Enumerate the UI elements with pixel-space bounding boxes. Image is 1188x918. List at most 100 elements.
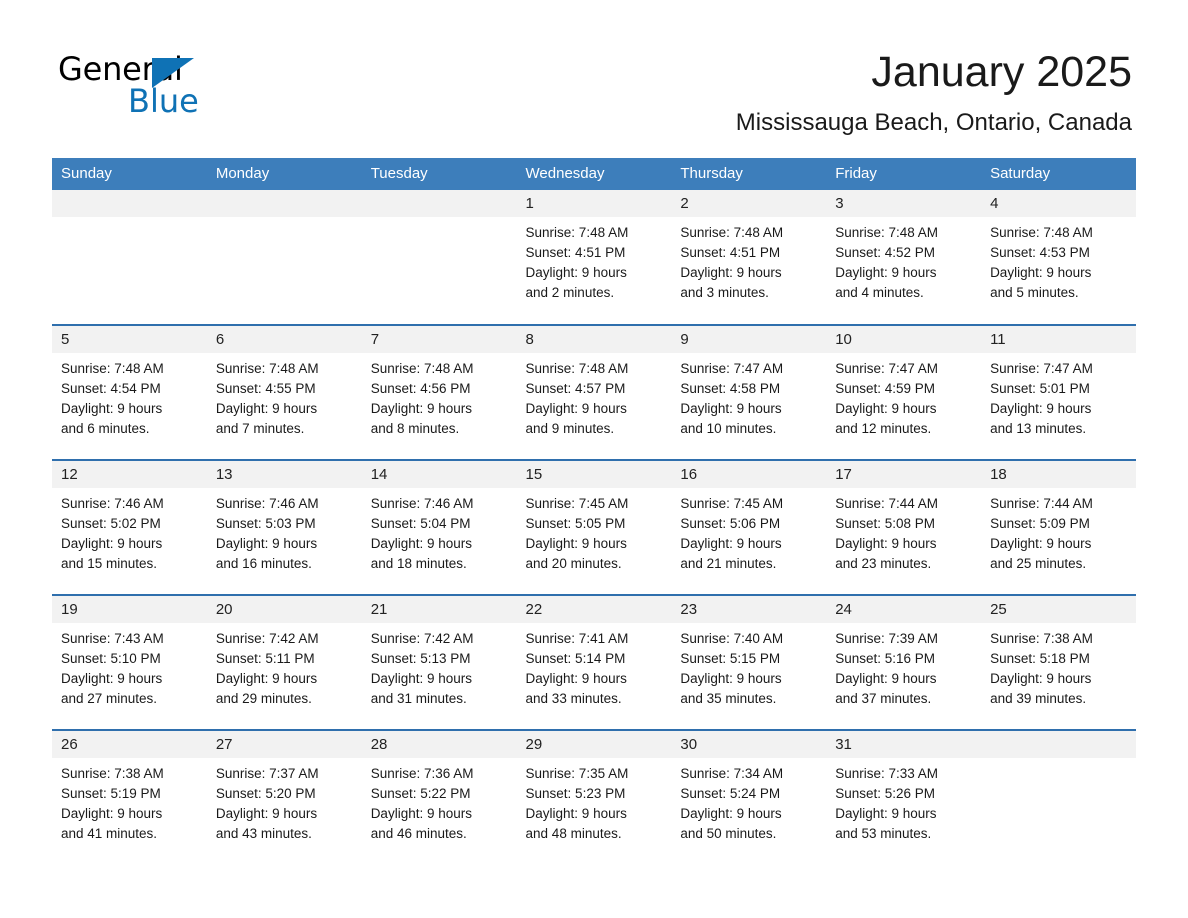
day-cell[interactable]: 1 Sunrise: 7:48 AM Sunset: 4:51 PM Dayli… [516,190,672,325]
daylight-text-line2: and 27 minutes. [61,691,158,706]
day-details: Sunrise: 7:35 AM Sunset: 5:23 PM Dayligh… [517,758,672,844]
day-number: 8 [516,326,672,353]
sunrise-text: Sunrise: 7:44 AM [835,496,939,511]
day-details: Sunrise: 7:48 AM Sunset: 4:51 PM Dayligh… [517,217,672,303]
sunset-text: Sunset: 5:10 PM [61,651,161,666]
day-number: 12 [52,461,207,488]
daylight-text-line1: Daylight: 9 hours [215,401,318,416]
day-number [361,190,517,217]
day-cell[interactable]: 11 Sunrise: 7:47 AM Sunset: 5:01 PM Dayl… [981,324,1136,460]
day-cell[interactable]: 22 Sunrise: 7:41 AM Sunset: 5:14 PM Dayl… [516,594,672,730]
sunset-text: Sunset: 4:59 PM [835,381,936,396]
day-cell[interactable]: 20 Sunrise: 7:42 AM Sunset: 5:11 PM Dayl… [206,594,362,730]
day-details: Sunrise: 7:48 AM Sunset: 4:55 PM Dayligh… [207,353,362,439]
weekday-header-friday: Friday [826,158,982,190]
day-cell[interactable]: 9 Sunrise: 7:47 AM Sunset: 4:58 PM Dayli… [671,324,827,460]
day-details: Sunrise: 7:36 AM Sunset: 5:22 PM Dayligh… [362,758,517,844]
day-cell[interactable]: 6 Sunrise: 7:48 AM Sunset: 4:55 PM Dayli… [206,324,362,460]
daylight-text-line2: and 3 minutes. [680,285,769,300]
day-number: 3 [826,190,982,217]
day-cell[interactable]: 25 Sunrise: 7:38 AM Sunset: 5:18 PM Dayl… [981,594,1136,730]
daylight-text-line1: Daylight: 9 hours [215,536,318,551]
sunset-text: Sunset: 5:13 PM [370,651,471,666]
day-cell[interactable]: 28 Sunrise: 7:36 AM Sunset: 5:22 PM Dayl… [361,729,517,865]
sunrise-text: Sunrise: 7:47 AM [680,361,784,376]
sunset-text: Sunset: 5:05 PM [525,516,626,531]
day-number: 31 [826,731,982,758]
day-number [981,731,1136,758]
daylight-text-line2: and 39 minutes. [990,691,1087,706]
day-cell[interactable]: 14 Sunrise: 7:46 AM Sunset: 5:04 PM Dayl… [361,459,517,595]
day-details: Sunrise: 7:46 AM Sunset: 5:04 PM Dayligh… [362,488,517,574]
day-cell[interactable]: 27 Sunrise: 7:37 AM Sunset: 5:20 PM Dayl… [206,729,362,865]
day-details: Sunrise: 7:48 AM Sunset: 4:52 PM Dayligh… [826,217,981,303]
daylight-text-line1: Daylight: 9 hours [835,536,937,551]
sunrise-text: Sunrise: 7:44 AM [990,496,1093,511]
sunset-text: Sunset: 5:26 PM [835,786,936,801]
day-cell[interactable]: 24 Sunrise: 7:39 AM Sunset: 5:16 PM Dayl… [826,594,982,730]
daylight-text-line1: Daylight: 9 hours [61,671,163,686]
day-details: Sunrise: 7:47 AM Sunset: 4:59 PM Dayligh… [826,353,981,439]
weekday-header-wednesday: Wednesday [516,158,672,190]
day-details: Sunrise: 7:46 AM Sunset: 5:03 PM Dayligh… [207,488,362,574]
day-cell[interactable]: 5 Sunrise: 7:48 AM Sunset: 4:54 PM Dayli… [52,324,207,460]
daylight-text-line1: Daylight: 9 hours [680,671,782,686]
sunset-text: Sunset: 4:55 PM [215,381,316,396]
day-cell[interactable]: 31 Sunrise: 7:33 AM Sunset: 5:26 PM Dayl… [826,729,982,865]
day-number: 11 [981,326,1136,353]
daylight-text-line1: Daylight: 9 hours [990,536,1092,551]
sunrise-text: Sunrise: 7:46 AM [215,496,319,511]
sunset-text: Sunset: 5:15 PM [680,651,781,666]
sunset-text: Sunset: 4:51 PM [680,245,781,260]
day-cell[interactable]: 2 Sunrise: 7:48 AM Sunset: 4:51 PM Dayli… [671,190,827,325]
logo-text-blue: Blue [128,82,199,120]
sunrise-text: Sunrise: 7:47 AM [990,361,1093,376]
day-cell[interactable]: 29 Sunrise: 7:35 AM Sunset: 5:23 PM Dayl… [516,729,672,865]
day-cell[interactable]: 26 Sunrise: 7:38 AM Sunset: 5:19 PM Dayl… [52,729,207,865]
day-cell[interactable]: 4 Sunrise: 7:48 AM Sunset: 4:53 PM Dayli… [981,190,1136,325]
day-details: Sunrise: 7:47 AM Sunset: 4:58 PM Dayligh… [671,353,826,439]
day-cell[interactable]: 18 Sunrise: 7:44 AM Sunset: 5:09 PM Dayl… [981,459,1136,595]
day-cell[interactable]: 30 Sunrise: 7:34 AM Sunset: 5:24 PM Dayl… [671,729,827,865]
sunset-text: Sunset: 5:16 PM [835,651,936,666]
general-blue-logo[interactable]: General Blue [58,52,278,130]
day-cell[interactable]: 23 Sunrise: 7:40 AM Sunset: 5:15 PM Dayl… [671,594,827,730]
daylight-text-line1: Daylight: 9 hours [525,671,627,686]
day-cell[interactable]: 10 Sunrise: 7:47 AM Sunset: 4:59 PM Dayl… [826,324,982,460]
daylight-text-line2: and 21 minutes. [680,556,777,571]
day-details: Sunrise: 7:42 AM Sunset: 5:11 PM Dayligh… [207,623,362,709]
daylight-text-line1: Daylight: 9 hours [370,401,472,416]
day-cell[interactable]: 21 Sunrise: 7:42 AM Sunset: 5:13 PM Dayl… [361,594,517,730]
day-cell[interactable]: 12 Sunrise: 7:46 AM Sunset: 5:02 PM Dayl… [52,459,207,595]
calendar-page: General Blue January 2025 Mississauga Be… [0,0,1188,918]
calendar-week-row: 5 Sunrise: 7:48 AM Sunset: 4:54 PM Dayli… [52,324,1136,460]
day-number: 16 [671,461,827,488]
sunrise-text: Sunrise: 7:48 AM [215,361,319,376]
day-cell[interactable]: 7 Sunrise: 7:48 AM Sunset: 4:56 PM Dayli… [361,324,517,460]
daylight-text-line2: and 6 minutes. [61,421,150,436]
day-cell[interactable]: 3 Sunrise: 7:48 AM Sunset: 4:52 PM Dayli… [826,190,982,325]
daylight-text-line1: Daylight: 9 hours [680,401,782,416]
weekday-header-sunday: Sunday [52,158,207,190]
day-details: Sunrise: 7:40 AM Sunset: 5:15 PM Dayligh… [671,623,826,709]
day-cell[interactable]: 13 Sunrise: 7:46 AM Sunset: 5:03 PM Dayl… [206,459,362,595]
day-cell[interactable]: 17 Sunrise: 7:44 AM Sunset: 5:08 PM Dayl… [826,459,982,595]
daylight-text-line1: Daylight: 9 hours [370,671,472,686]
daylight-text-line2: and 33 minutes. [525,691,622,706]
day-number: 18 [981,461,1136,488]
sunrise-text: Sunrise: 7:33 AM [835,766,939,781]
day-cell[interactable]: 15 Sunrise: 7:45 AM Sunset: 5:05 PM Dayl… [516,459,672,595]
day-number: 4 [981,190,1136,217]
daylight-text-line2: and 46 minutes. [370,826,467,841]
day-details: Sunrise: 7:48 AM Sunset: 4:56 PM Dayligh… [362,353,517,439]
day-details: Sunrise: 7:47 AM Sunset: 5:01 PM Dayligh… [981,353,1136,439]
daylight-text-line1: Daylight: 9 hours [61,401,163,416]
day-details: Sunrise: 7:46 AM Sunset: 5:02 PM Dayligh… [52,488,207,574]
sunset-text: Sunset: 5:06 PM [680,516,781,531]
day-cell[interactable]: 19 Sunrise: 7:43 AM Sunset: 5:10 PM Dayl… [52,594,207,730]
day-cell[interactable]: 8 Sunrise: 7:48 AM Sunset: 4:57 PM Dayli… [516,324,672,460]
daylight-text-line1: Daylight: 9 hours [835,401,937,416]
daylight-text-line2: and 15 minutes. [61,556,158,571]
day-cell[interactable]: 16 Sunrise: 7:45 AM Sunset: 5:06 PM Dayl… [671,459,827,595]
daylight-text-line2: and 10 minutes. [680,421,777,436]
